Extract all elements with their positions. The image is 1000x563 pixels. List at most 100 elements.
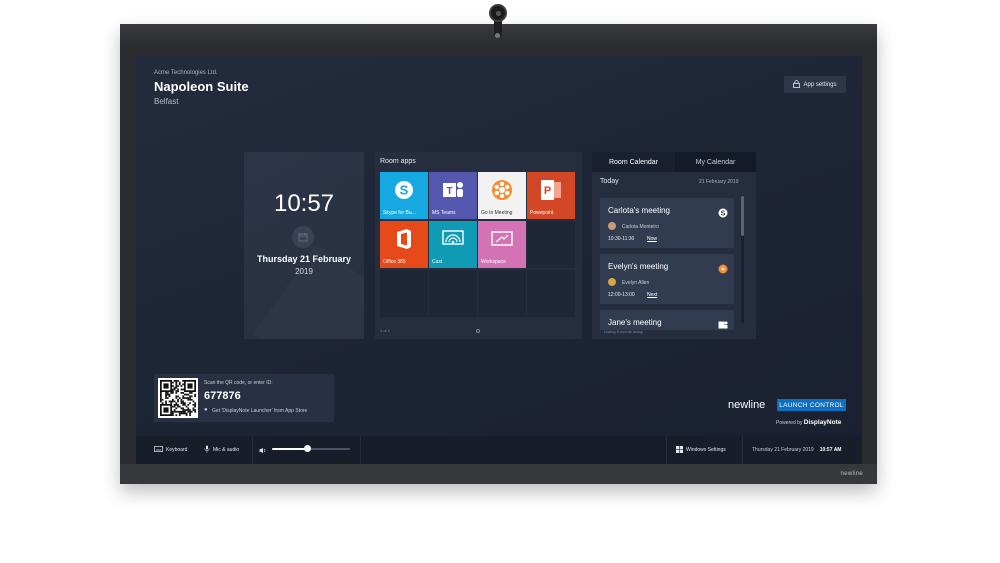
qr-module [194, 395, 197, 398]
meeting-card[interactable]: Carlota's meeting S Carlota Monteiro 10:… [600, 198, 734, 248]
qr-module [178, 414, 181, 417]
app-label: Cast [432, 259, 443, 265]
qr-module [182, 395, 185, 398]
mic-audio-label: Mic & audio [213, 447, 240, 453]
app-tile-ms-teams[interactable]: T MS Teams [429, 172, 477, 219]
teams-icon: T [429, 176, 477, 204]
app-tile-cast[interactable]: Cast [429, 221, 477, 268]
app-tile-workspace[interactable]: Workspace [478, 221, 526, 268]
qr-module [187, 407, 190, 410]
qr-module [182, 397, 185, 399]
divider [252, 436, 253, 464]
qr-module [165, 392, 167, 394]
calendar-scroll-thumb[interactable] [741, 196, 744, 236]
qr-module [175, 383, 178, 386]
tab-room-calendar[interactable]: Room Calendar [592, 152, 675, 172]
volume-fill [272, 448, 308, 450]
clock-card: 10:57 Thursday 21 February 2019 [244, 152, 364, 339]
qr-module [194, 393, 197, 396]
qr-finder [163, 383, 169, 389]
qr-module [173, 388, 176, 391]
qr-module [184, 410, 186, 413]
tab-my-calendar[interactable]: My Calendar [675, 152, 756, 172]
qr-module [177, 404, 179, 406]
app-label: Workspace [481, 259, 506, 265]
windows-icon [676, 445, 683, 455]
app-tile-office-365[interactable]: Office 365 [380, 221, 428, 268]
qr-module [160, 395, 162, 398]
room-apps-title: Room apps [380, 158, 416, 165]
app-settings-button[interactable]: App settings [784, 76, 846, 93]
microphone-icon [204, 445, 210, 455]
calendar-panel: Room Calendar My Calendar Today 21 Febru… [592, 152, 756, 339]
windows-settings-label: Windows Settings [686, 447, 726, 453]
windows-settings-button[interactable]: Windows Settings [676, 436, 726, 464]
meeting-organizer: Evelyn Allen [622, 280, 650, 286]
qr-module [189, 392, 191, 394]
qr-module [182, 410, 185, 413]
qr-module [172, 381, 174, 384]
qr-module [175, 392, 178, 394]
app-slot-empty [429, 270, 477, 317]
qr-module [192, 400, 195, 403]
speaker-icon[interactable] [259, 436, 267, 464]
app-label: MS Teams [432, 210, 456, 216]
taskbar-date: Thursday 21 February 2019 [752, 447, 814, 453]
app-label: Office 365 [383, 259, 406, 265]
meeting-card[interactable]: Jane's meeting [600, 310, 734, 330]
app-tile-skype[interactable]: S Skype for Bu... [380, 172, 428, 219]
qr-module [170, 402, 173, 405]
app-settings-label: App settings [803, 81, 837, 88]
clock-year: 2019 [295, 267, 313, 276]
qr-module [187, 398, 190, 401]
qr-module [187, 409, 190, 411]
page-dot[interactable] [476, 329, 480, 333]
meeting-card[interactable]: Evelyn's meeting Evelyn Allen 12:00-13:0… [600, 254, 734, 304]
qr-module [182, 383, 185, 386]
app-tile-go-to-meeting[interactable]: Go to Meeting [478, 172, 526, 219]
powered-by: Powered by DisplayNote [776, 419, 841, 426]
app-slot-empty [380, 270, 428, 317]
qr-module [175, 410, 178, 413]
qr-module [173, 410, 176, 413]
qr-module [175, 390, 178, 393]
qr-module [177, 385, 179, 387]
qr-module [190, 398, 193, 401]
qr-module [177, 395, 179, 398]
qr-module [175, 385, 178, 387]
app-tile-powerpoint[interactable]: P Powepoint [527, 172, 575, 219]
meeting-status[interactable]: Now [647, 236, 657, 242]
qr-module [177, 410, 179, 413]
qr-module [175, 404, 178, 406]
qr-module [178, 412, 181, 415]
qr-module [184, 412, 186, 415]
qr-module [172, 390, 174, 393]
svg-text:S: S [721, 211, 726, 218]
qr-module [180, 407, 183, 410]
qr-module [180, 398, 183, 401]
qr-module [180, 385, 183, 387]
webcam-icon [489, 4, 507, 22]
qr-module [172, 392, 174, 394]
qr-module [182, 407, 185, 410]
qr-module [180, 402, 183, 405]
keyboard-button[interactable]: Keyboard [154, 436, 187, 464]
qr-module [178, 383, 181, 386]
mic-audio-button[interactable]: Mic & audio [204, 436, 239, 464]
qr-module [194, 409, 197, 411]
qr-code[interactable] [158, 378, 198, 418]
calendar-day-label: Today [600, 178, 619, 185]
qr-module [180, 412, 183, 415]
qr-module [178, 381, 181, 384]
join-panel: Scan the QR code, or enter ID: 677876 ● … [154, 374, 334, 422]
qr-module [177, 405, 179, 408]
meeting-status[interactable]: Next [647, 292, 657, 298]
qr-module [168, 400, 171, 403]
qr-module [178, 405, 181, 408]
divider [666, 436, 667, 464]
gotomeeting-icon [718, 261, 728, 274]
volume-handle[interactable] [303, 445, 311, 452]
qr-module [172, 414, 174, 417]
qr-module [194, 405, 197, 408]
qr-module [175, 407, 178, 410]
